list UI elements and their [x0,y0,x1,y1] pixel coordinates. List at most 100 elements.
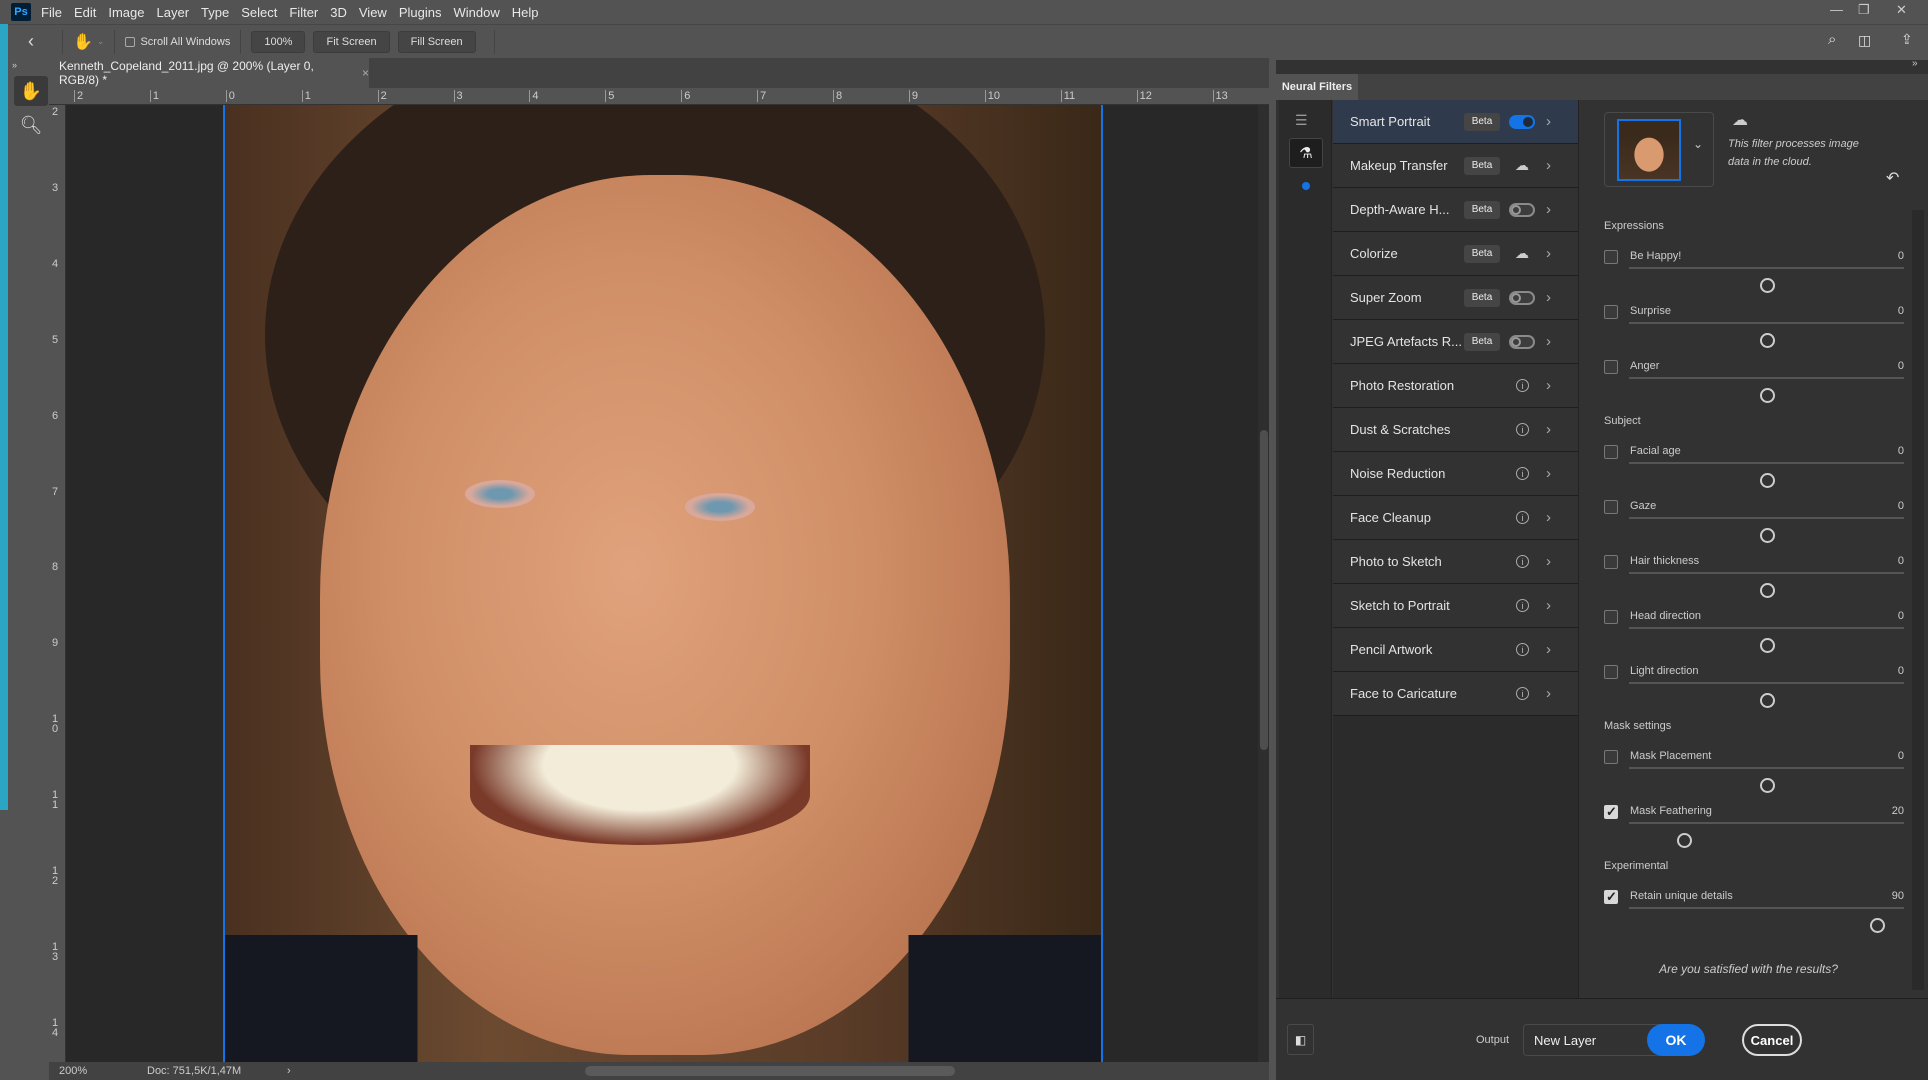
slider-track[interactable] [1629,822,1904,848]
menu-3d[interactable]: 3D [330,5,347,20]
menu-view[interactable]: View [359,5,387,20]
filter-item[interactable]: Sketch to Portrait i › [1333,584,1578,628]
filter-item[interactable]: Makeup Transfer Beta ☁ › [1333,144,1578,188]
restore-icon[interactable]: ❐ [1858,2,1870,18]
menu-filter[interactable]: Filter [289,5,318,20]
slider-track[interactable] [1629,572,1904,598]
chevron-right-icon[interactable]: › [1546,289,1551,306]
minimize-icon[interactable]: — [1830,2,1843,17]
chevron-right-icon[interactable]: › [1546,597,1551,614]
enable-checkbox[interactable] [1604,360,1618,374]
enable-checkbox[interactable] [1604,500,1618,514]
info-icon[interactable]: i [1516,687,1529,700]
cancel-button[interactable]: Cancel [1742,1024,1802,1056]
slider-track[interactable] [1629,462,1904,488]
chevron-right-icon[interactable]: › [1546,465,1551,482]
filter-item[interactable]: Depth-Aware H... Beta › [1333,188,1578,232]
slider-track[interactable] [1629,907,1904,933]
chevron-right-icon[interactable]: › [1546,201,1551,218]
info-icon[interactable]: i [1516,599,1529,612]
enable-checkbox[interactable] [1604,445,1618,459]
slider-thumb[interactable] [1759,333,1775,348]
slider-track[interactable] [1629,377,1904,403]
slider-track[interactable] [1629,517,1904,543]
slider-thumb[interactable] [1677,833,1692,848]
face-thumbnail[interactable] [1617,119,1681,181]
filter-item[interactable]: Pencil Artwork i › [1333,628,1578,672]
cloud-download-icon[interactable]: ☁ [1515,157,1529,174]
chevron-right-icon[interactable]: › [1546,113,1551,130]
filter-toggle[interactable] [1509,334,1535,349]
slider-thumb[interactable] [1869,918,1885,933]
menu-image[interactable]: Image [108,5,144,20]
document-tab[interactable]: Kenneth_Copeland_2011.jpg @ 200% (Layer … [49,58,369,88]
chevron-right-icon[interactable]: › [1546,377,1551,394]
enable-checkbox[interactable] [1604,250,1618,264]
close-tab-icon[interactable]: × [362,66,369,80]
reference-image-picker[interactable]: ⌄ [1604,112,1714,187]
horizontal-scroll-thumb[interactable] [585,1066,955,1076]
workspace-icon[interactable]: ◫ [1858,32,1871,49]
enable-checkbox[interactable] [1604,750,1618,764]
slider-track[interactable] [1629,627,1904,653]
collapse-panel-icon[interactable]: » [1912,58,1918,69]
enable-checkbox[interactable] [1604,889,1618,905]
share-icon[interactable]: ⇪ [1901,31,1913,48]
all-filters-icon[interactable]: ☰ [1295,112,1308,129]
enable-checkbox[interactable] [1604,610,1618,624]
slider-thumb[interactable] [1759,778,1775,793]
info-icon[interactable]: i [1516,379,1529,392]
canvas-image[interactable] [223,105,1103,1062]
enable-checkbox[interactable] [1604,804,1618,820]
settings-scrollbar[interactable] [1912,210,1924,990]
chevron-right-icon[interactable]: › [1546,685,1551,702]
chevron-right-icon[interactable]: › [1546,553,1551,570]
menu-window[interactable]: Window [453,5,499,20]
fit-screen-button[interactable]: Fit Screen [313,30,390,53]
beta-filters-flask-icon[interactable]: ⚗ [1289,138,1323,168]
vertical-scroll-thumb[interactable] [1260,430,1268,750]
close-icon[interactable]: ✕ [1896,2,1907,18]
zoom-level[interactable]: 200% [59,1065,119,1077]
cloud-download-icon[interactable]: ☁ [1515,245,1529,262]
filter-item[interactable]: Colorize Beta ☁ › [1333,232,1578,276]
chevron-right-icon[interactable]: › [1546,157,1551,174]
slider-thumb[interactable] [1759,583,1775,598]
ok-button[interactable]: OK [1647,1024,1705,1056]
slider-thumb[interactable] [1759,473,1775,488]
filter-toggle[interactable] [1509,114,1535,129]
menu-help[interactable]: Help [512,5,539,20]
menu-plugins[interactable]: Plugins [399,5,442,20]
zoom-tool[interactable]: 🔍︎ [14,110,48,140]
chevron-right-icon[interactable]: › [1546,641,1551,658]
filter-item[interactable]: Noise Reduction i › [1333,452,1578,496]
enable-checkbox[interactable] [1604,305,1618,319]
slider-thumb[interactable] [1759,388,1775,403]
filter-item[interactable]: JPEG Artefacts R... Beta › [1333,320,1578,364]
before-after-toggle-icon[interactable]: ◧ [1287,1024,1314,1055]
menu-type[interactable]: Type [201,5,229,20]
chevron-right-icon[interactable]: › [1546,245,1551,262]
menu-select[interactable]: Select [241,5,277,20]
slider-thumb[interactable] [1759,693,1775,708]
slider-thumb[interactable] [1759,528,1775,543]
filter-item[interactable]: Photo to Sketch i › [1333,540,1578,584]
slider-track[interactable] [1629,682,1904,708]
hand-tool-icon[interactable]: ✋ [73,32,93,52]
filter-item[interactable]: Photo Restoration i › [1333,364,1578,408]
info-icon[interactable]: i [1516,511,1529,524]
info-icon[interactable]: i [1516,467,1529,480]
fill-screen-button[interactable]: Fill Screen [397,30,476,53]
filter-item[interactable]: Face Cleanup i › [1333,496,1578,540]
filter-item[interactable]: Super Zoom Beta › [1333,276,1578,320]
filter-toggle[interactable] [1509,290,1535,305]
status-menu-icon[interactable]: › [287,1065,291,1077]
info-icon[interactable]: i [1516,423,1529,436]
enable-checkbox[interactable] [1604,555,1618,569]
slider-track[interactable] [1629,767,1904,793]
chevron-right-icon[interactable]: › [1546,333,1551,350]
reset-icon[interactable]: ↶ [1886,168,1899,188]
slider-thumb[interactable] [1759,638,1775,653]
info-icon[interactable]: i [1516,555,1529,568]
slider-thumb[interactable] [1759,278,1775,293]
